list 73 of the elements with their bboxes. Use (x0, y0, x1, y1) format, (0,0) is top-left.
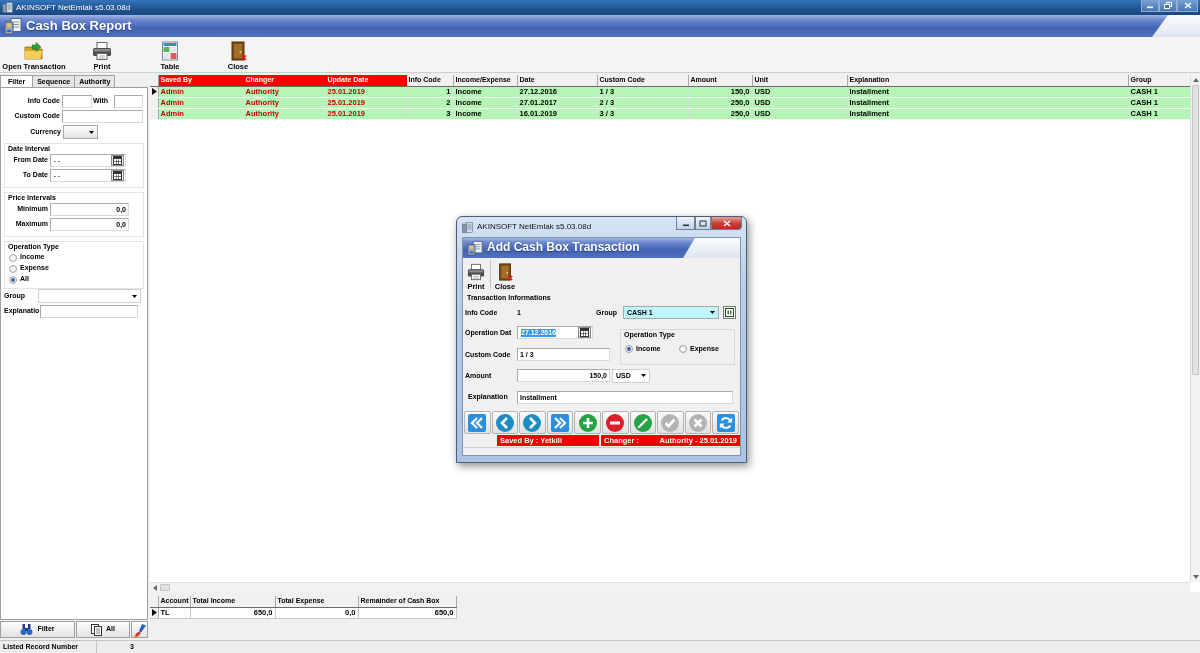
restore-icon (1164, 2, 1172, 9)
chevron-left-icon (494, 412, 515, 433)
brush-button[interactable] (131, 621, 148, 638)
row-indicator[interactable] (150, 607, 158, 618)
close-icon (1183, 2, 1192, 9)
printer-icon (467, 262, 485, 281)
maximize-icon (699, 219, 707, 227)
double-bar-icon (725, 308, 734, 318)
refresh-button[interactable] (712, 411, 739, 435)
calendar-button[interactable] (111, 170, 124, 181)
minimize-button[interactable] (676, 217, 695, 230)
with-field[interactable] (114, 95, 143, 108)
row-pointer-icon (152, 88, 157, 95)
scroll-left-icon (153, 584, 157, 591)
double-chevron-right-icon (550, 412, 571, 433)
brush-icon (132, 622, 147, 637)
close-window-button[interactable] (711, 217, 742, 230)
spreadsheet-icon (160, 41, 180, 61)
previous-record-button[interactable] (491, 411, 519, 435)
row-indicator[interactable] (150, 86, 158, 97)
person-document-icon (467, 240, 483, 256)
binoculars-icon (20, 624, 34, 635)
first-record-button[interactable] (464, 411, 491, 435)
window-title: AKINSOFT NetEmlak s5.03.08d (16, 2, 131, 13)
edit-button[interactable] (629, 411, 657, 435)
scroll-down-icon (1192, 575, 1199, 579)
close-window-button[interactable] (1177, 0, 1198, 12)
scroll-thumb[interactable] (160, 584, 170, 591)
calendar-icon (113, 156, 122, 165)
dropdown-arrow-icon (710, 311, 715, 315)
dropdown-arrow-icon (132, 294, 137, 298)
scroll-thumb[interactable] (1192, 85, 1199, 375)
dropdown-arrow-icon (89, 130, 94, 134)
page-title: Cash Box Report (26, 18, 132, 34)
calendar-button[interactable] (578, 327, 591, 339)
explanation-field[interactable] (40, 305, 138, 318)
app-icon (462, 221, 473, 233)
restore-button[interactable] (1159, 0, 1177, 12)
scroll-up-icon (1192, 78, 1199, 82)
door-icon (496, 262, 514, 281)
close-icon (722, 219, 731, 227)
chevron-right-icon (522, 412, 543, 433)
pen-icon (632, 412, 653, 433)
dialog-title: AKINSOFT NetEmlak s5.03.08d (477, 222, 592, 232)
currency-dropdown[interactable] (63, 125, 98, 139)
delete-button[interactable] (601, 411, 629, 435)
next-record-button[interactable] (519, 411, 546, 435)
checkmark-icon (660, 412, 681, 433)
row-pointer-icon (152, 609, 157, 616)
door-icon (228, 41, 248, 61)
dropdown-arrow-icon (641, 374, 646, 378)
last-record-button[interactable] (546, 411, 574, 435)
lookup-button[interactable] (723, 306, 736, 320)
minus-icon (605, 412, 626, 433)
horizontal-scrollbar[interactable] (150, 582, 1190, 592)
calendar-icon (580, 328, 589, 338)
vertical-scrollbar[interactable] (1190, 75, 1200, 582)
add-button[interactable] (574, 411, 601, 435)
calendar-button[interactable] (111, 155, 124, 166)
info-code-field[interactable] (62, 95, 92, 108)
refresh-icon (715, 412, 736, 433)
custom-code-field[interactable] (62, 110, 143, 123)
app-icon (2, 2, 13, 13)
double-chevron-left-icon (467, 412, 488, 433)
printer-icon (92, 41, 112, 61)
person-document-icon (4, 17, 22, 35)
pages-icon (91, 623, 102, 636)
plus-icon (577, 412, 598, 433)
maximize-button[interactable] (695, 217, 711, 230)
x-mark-icon (688, 412, 709, 433)
calendar-icon (113, 171, 122, 180)
dialog-heading: Add Cash Box Transaction (487, 241, 640, 255)
folder-arrow-icon (24, 41, 44, 61)
